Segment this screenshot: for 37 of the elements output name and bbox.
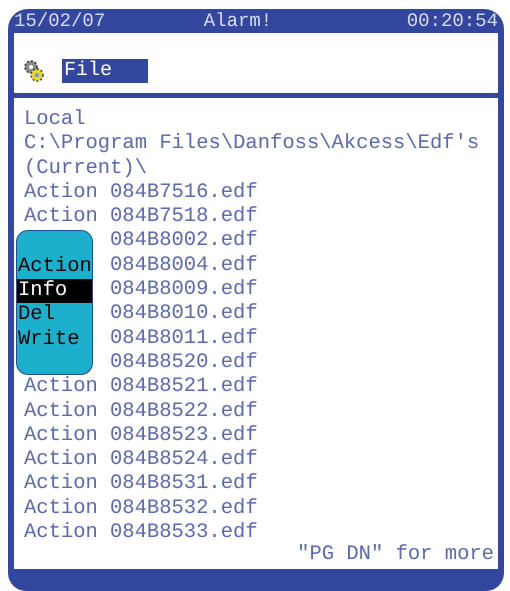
menu-item[interactable]: Write (17, 328, 92, 352)
action-label[interactable]: Action (24, 472, 110, 497)
more-hint: "PG DN" for more (297, 542, 494, 566)
file-name[interactable]: 084B8522.edf (110, 400, 258, 424)
folder-path: C:\Program Files\Danfoss\Akcess\Edf's (24, 132, 480, 156)
menu-item[interactable]: Info (17, 279, 92, 304)
file-name[interactable]: 084B7516.edf (110, 180, 258, 206)
action-label[interactable]: Action (24, 400, 110, 424)
file-name[interactable]: 084B8524.edf (110, 448, 258, 472)
file-menu-label[interactable]: File (62, 59, 148, 83)
action-label[interactable]: Action (24, 424, 110, 448)
clock-time: 00:20:54 (406, 12, 498, 30)
file-name[interactable]: 084B8011.edf (110, 326, 258, 351)
menu-item[interactable]: Del (17, 303, 92, 328)
alarm-title: Alarm! (204, 12, 272, 30)
file-name[interactable]: 084B8010.edf (110, 302, 258, 327)
menu-item[interactable]: Action (17, 254, 92, 280)
file-name[interactable]: 084B8004.edf (110, 254, 258, 278)
action-label[interactable]: Action (24, 205, 110, 230)
action-label[interactable]: Action (24, 375, 110, 400)
file-name[interactable]: 084B7518.edf (110, 205, 258, 230)
file-name[interactable]: 084B8009.edf (110, 278, 258, 302)
file-name[interactable]: 084B8523.edf (110, 424, 258, 448)
drive-label: Local (24, 108, 86, 131)
gears-icon (22, 59, 46, 83)
file-name[interactable]: 084B8532.edf (110, 496, 258, 522)
current-folder: (Current)\ (24, 156, 148, 180)
file-name[interactable]: 084B8531.edf (110, 472, 258, 497)
action-label[interactable]: Action (24, 448, 110, 472)
file-name[interactable]: 084B8521.edf (110, 375, 258, 400)
action-label[interactable]: Action (24, 496, 110, 522)
file-name[interactable]: 084B8002.edf (110, 229, 258, 254)
file-name[interactable]: 084B8533.edf (110, 521, 258, 546)
action-label[interactable]: Action (24, 180, 110, 206)
action-label[interactable]: Action (24, 521, 110, 546)
file-name[interactable]: 084B8520.edf (110, 350, 258, 376)
date-text: 15/02/07 (14, 12, 106, 30)
